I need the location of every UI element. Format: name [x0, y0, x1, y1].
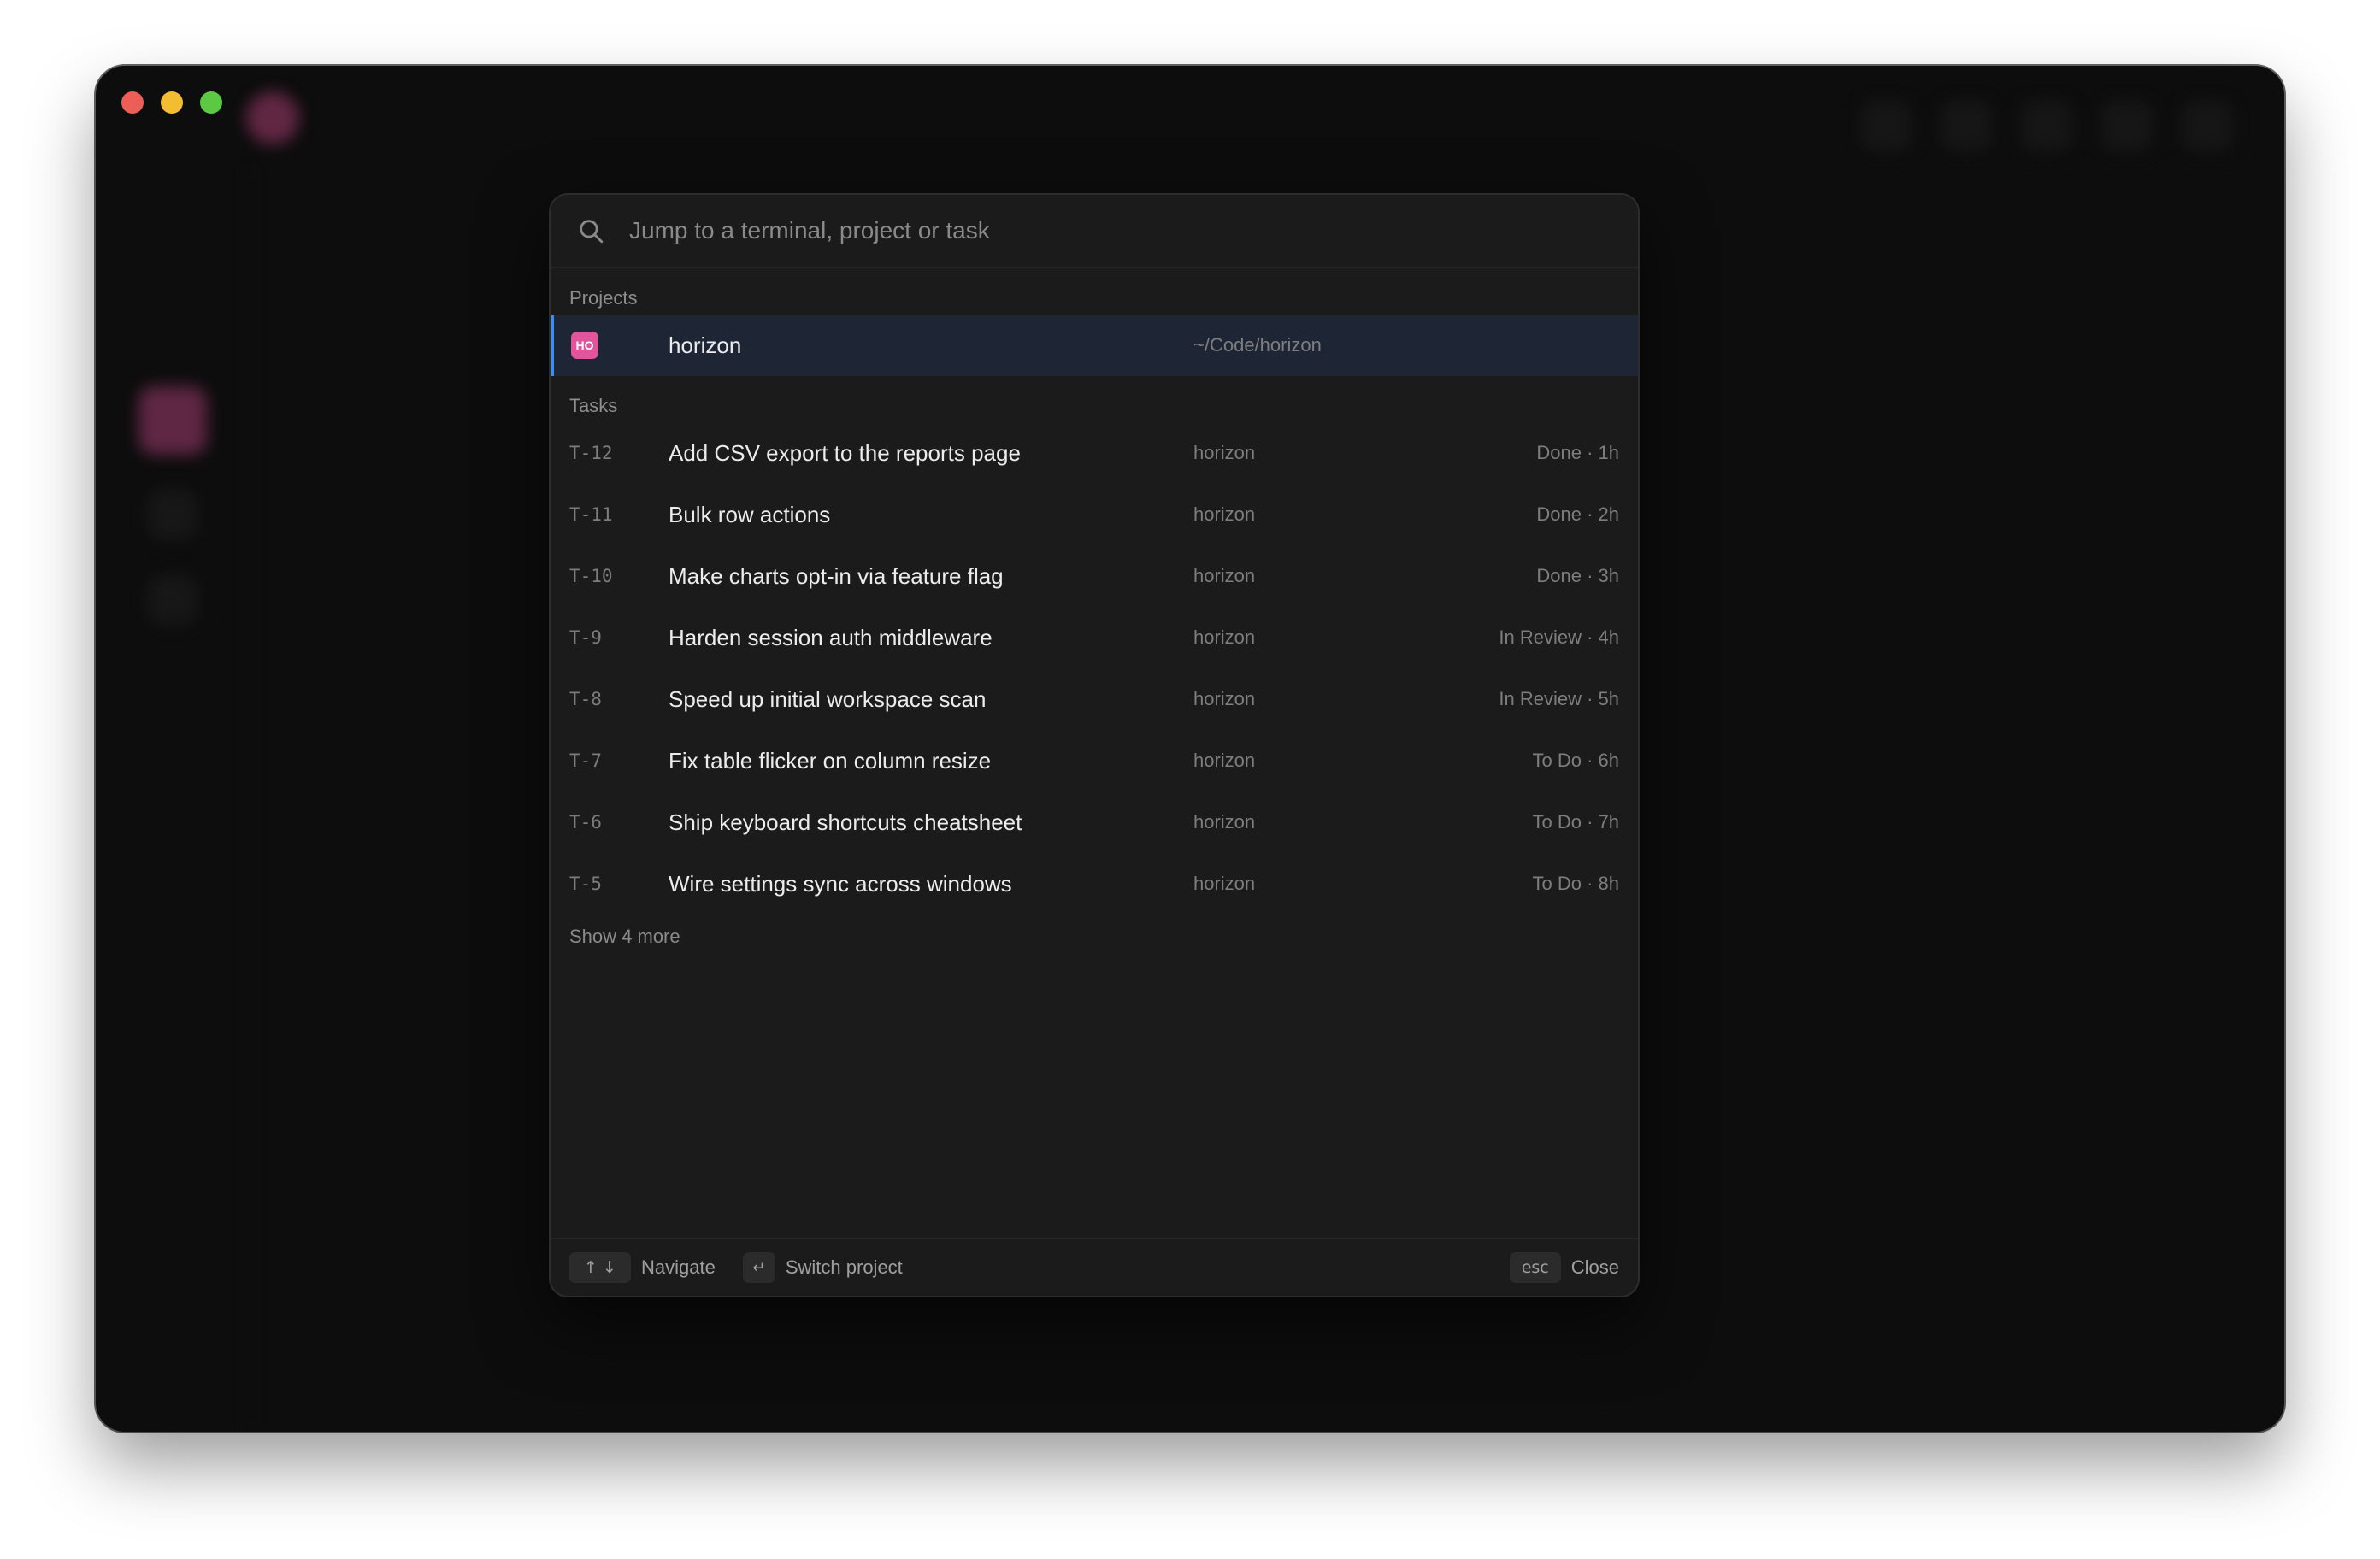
task-row[interactable]: T-7 Fix table flicker on column resize h… — [551, 730, 1638, 791]
task-project: horizon — [1193, 565, 1256, 586]
task-title: Wire settings sync across windows — [669, 870, 1012, 897]
minimize-window-button[interactable] — [161, 91, 183, 114]
task-title: Add CSV export to the reports page — [669, 439, 1021, 466]
task-title: Speed up initial workspace scan — [669, 685, 987, 712]
task-id: T-6 — [569, 812, 602, 832]
task-row[interactable]: T-8 Speed up initial workspace scan hori… — [551, 668, 1638, 730]
search-bar — [551, 195, 1638, 268]
task-status: To Do · 7h — [1532, 811, 1620, 832]
task-row[interactable]: T-6 Ship keyboard shortcuts cheatsheet h… — [551, 791, 1638, 853]
task-id: T-11 — [569, 504, 613, 525]
task-status: Done · 1h — [1536, 442, 1619, 463]
task-status: To Do · 6h — [1532, 750, 1620, 771]
maximize-window-button[interactable] — [200, 91, 222, 114]
task-title: Ship keyboard shortcuts cheatsheet — [669, 809, 1022, 835]
task-project: horizon — [1193, 503, 1256, 525]
task-row[interactable]: T-5 Wire settings sync across windows ho… — [551, 853, 1638, 915]
tasks-section-label: Tasks — [569, 395, 618, 416]
task-id: T-8 — [569, 689, 602, 709]
projects-section-label: Projects — [569, 287, 638, 309]
task-project: horizon — [1193, 688, 1256, 709]
window-controls — [121, 91, 222, 114]
command-palette: Projects HO horizon ~/Code/horizon Tasks… — [549, 193, 1640, 1297]
task-project: horizon — [1193, 873, 1256, 894]
search-icon — [580, 220, 604, 244]
project-badge: HO — [571, 332, 598, 359]
task-project: horizon — [1193, 750, 1256, 771]
search-input[interactable] — [629, 217, 1612, 244]
task-row[interactable]: T-10 Make charts opt-in via feature flag… — [551, 545, 1638, 607]
task-title: Make charts opt-in via feature flag — [669, 562, 1004, 589]
palette-footer: ↑ ↓ Navigate ↵ Switch project esc Close — [551, 1238, 1638, 1296]
task-list: T-12 Add CSV export to the reports page … — [551, 422, 1638, 915]
task-project: horizon — [1193, 811, 1256, 832]
task-id: T-12 — [569, 443, 613, 463]
task-status: In Review · 4h — [1499, 627, 1619, 648]
show-more-button[interactable]: Show 4 more — [551, 920, 680, 954]
close-hint[interactable]: esc Close — [1509, 1252, 1619, 1283]
task-id: T-10 — [569, 566, 613, 586]
task-title: Harden session auth middleware — [669, 624, 993, 650]
task-status: Done · 3h — [1536, 565, 1619, 586]
task-id: T-7 — [569, 750, 602, 771]
task-id: T-5 — [569, 874, 602, 894]
close-label: Close — [1570, 1256, 1619, 1278]
enter-key-hint: ↵ — [742, 1252, 775, 1283]
navigate-key-hint: ↑ ↓ — [569, 1252, 631, 1283]
esc-key-hint: esc — [1509, 1252, 1561, 1283]
task-row[interactable]: T-12 Add CSV export to the reports page … — [551, 422, 1638, 484]
task-status: In Review · 5h — [1499, 688, 1619, 709]
project-row[interactable]: HO horizon ~/Code/horizon — [551, 315, 1638, 376]
switch-project-label: Switch project — [785, 1256, 903, 1278]
task-project: horizon — [1193, 627, 1256, 648]
task-row[interactable]: T-11 Bulk row actions horizon Done · 2h — [551, 484, 1638, 545]
navigate-label: Navigate — [641, 1256, 716, 1278]
task-status: Done · 2h — [1536, 503, 1619, 525]
project-path: ~/Code/horizon — [1193, 334, 1322, 356]
task-project: horizon — [1193, 442, 1256, 463]
task-id: T-9 — [569, 627, 602, 648]
project-name: horizon — [669, 332, 742, 358]
task-status: To Do · 8h — [1532, 873, 1620, 894]
task-row[interactable]: T-9 Harden session auth middleware horiz… — [551, 607, 1638, 668]
close-window-button[interactable] — [121, 91, 144, 114]
task-title: Fix table flicker on column resize — [669, 747, 992, 774]
task-title: Bulk row actions — [669, 501, 831, 527]
